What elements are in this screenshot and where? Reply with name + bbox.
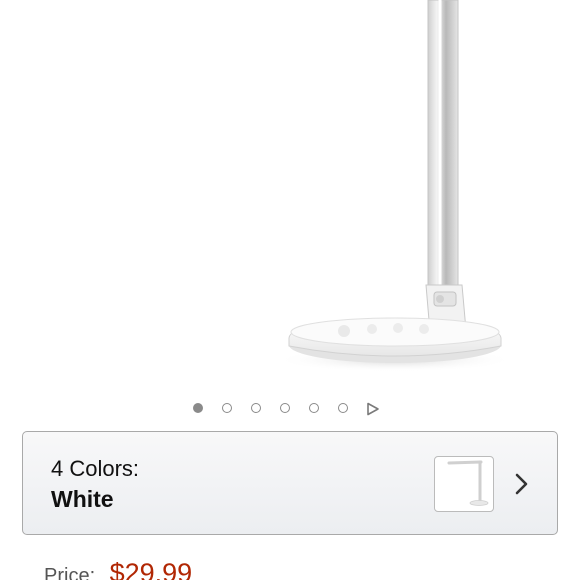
color-selector-button[interactable]: 4 Colors: White <box>22 431 558 535</box>
carousel-dot[interactable] <box>251 403 261 413</box>
carousel-dot[interactable] <box>309 403 319 413</box>
chevron-right-icon <box>515 473 528 495</box>
image-carousel-indicators <box>0 401 580 417</box>
selected-color-label: White <box>51 486 114 512</box>
carousel-dot[interactable] <box>222 403 232 413</box>
price-label: Price: <box>44 565 96 580</box>
color-count-label: 4 Colors: <box>51 456 140 481</box>
desk-lamp-image <box>275 0 515 372</box>
carousel-dot[interactable] <box>193 403 203 413</box>
product-image[interactable] <box>0 0 580 395</box>
carousel-dot[interactable] <box>280 403 290 413</box>
play-triangle-icon[interactable] <box>366 402 380 416</box>
carousel-dot[interactable] <box>338 403 348 413</box>
price-row: Price: $29.99 <box>44 558 192 580</box>
desk-lamp-thumbnail <box>447 460 489 506</box>
color-swatch-thumbnail <box>434 456 494 512</box>
product-page: 4 Colors: White Price: $29.99 <box>0 0 580 580</box>
price-value: $29.99 <box>109 558 193 580</box>
